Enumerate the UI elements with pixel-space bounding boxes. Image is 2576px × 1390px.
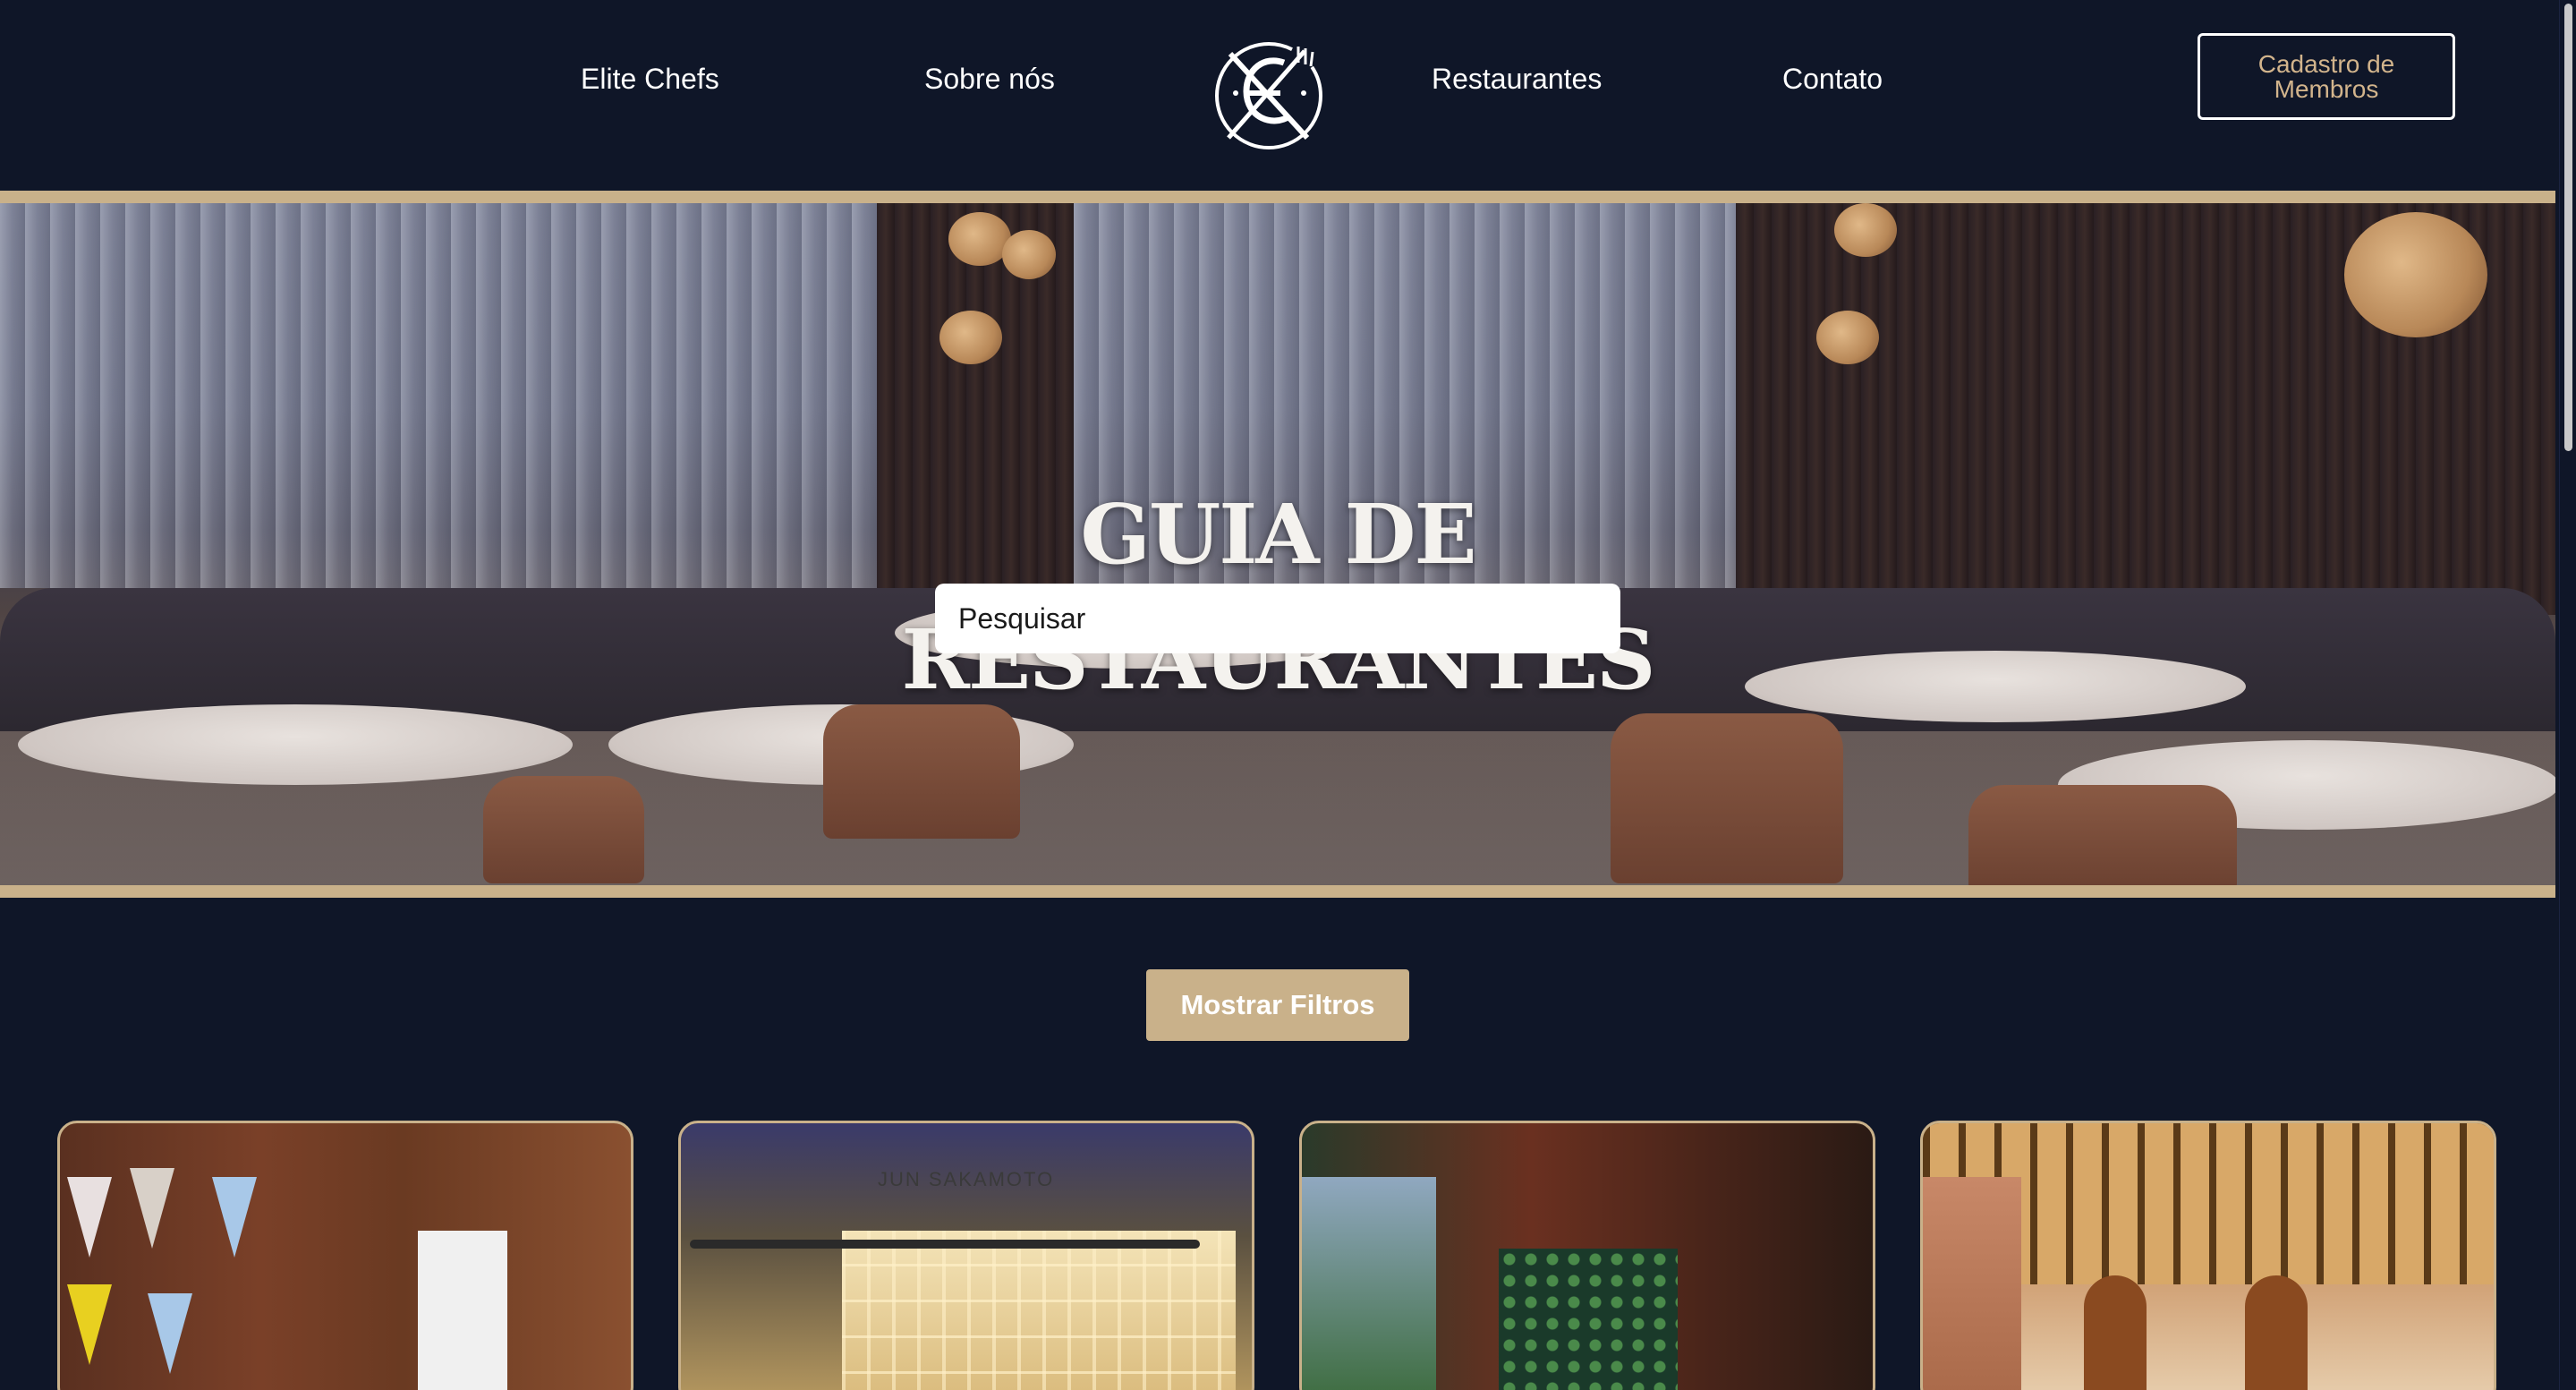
pendant-lamp (1816, 311, 1879, 364)
chair (823, 704, 1020, 839)
pennant-decoration (67, 1284, 112, 1365)
page-scrollbar[interactable] (2559, 0, 2576, 1390)
pennant-decoration (148, 1293, 192, 1374)
light-rail (690, 1240, 1200, 1249)
chair (1611, 713, 1843, 883)
pendant-lamp (939, 311, 1002, 364)
door (2084, 1275, 2147, 1390)
hero-image: GUIA DE RESTAURANTES (0, 203, 2555, 885)
nav-link-elite-chefs[interactable]: Elite Chefs (581, 63, 719, 96)
hero-banner: GUIA DE RESTAURANTES (0, 191, 2555, 898)
restaurant-card[interactable] (57, 1121, 633, 1390)
logo-icon[interactable] (1211, 38, 1327, 154)
show-filters-button[interactable]: Mostrar Filtros (1146, 969, 1409, 1041)
restaurant-card[interactable]: JUN SAKAMOTO (678, 1121, 1254, 1390)
search-input[interactable] (935, 584, 1620, 653)
pendant-lamp (1834, 203, 1897, 257)
restaurant-card[interactable] (1920, 1121, 2496, 1390)
chair (483, 776, 644, 883)
pendant-lamp (2344, 212, 2487, 337)
hero-title-line1: GUIA DE (1080, 486, 1476, 583)
nav-link-sobre-nos[interactable]: Sobre nós (924, 63, 1055, 96)
site-header: Elite Chefs Sobre nós Restaurantes Conta… (0, 0, 2559, 191)
restaurant-card[interactable] (1299, 1121, 1875, 1390)
restaurant-sign: JUN SAKAMOTO (878, 1168, 1055, 1190)
member-signup-button[interactable]: Cadastro de Membros (2198, 33, 2455, 120)
window (1302, 1177, 1436, 1390)
brick-wall (1923, 1177, 2021, 1390)
pennant-decoration (130, 1168, 174, 1249)
plant-wall (1499, 1249, 1678, 1390)
chair (1968, 785, 2237, 885)
scrollbar-thumb[interactable] (2564, 4, 2572, 451)
nav-link-restaurantes[interactable]: Restaurantes (1432, 63, 1602, 96)
pennant-decoration (212, 1177, 257, 1258)
door (2245, 1275, 2308, 1390)
nav-link-contato[interactable]: Contato (1782, 63, 1883, 96)
bottle-shelf (842, 1231, 1236, 1390)
pendant-lamp (1002, 230, 1056, 279)
pennant-decoration (67, 1177, 112, 1258)
window (418, 1231, 507, 1390)
